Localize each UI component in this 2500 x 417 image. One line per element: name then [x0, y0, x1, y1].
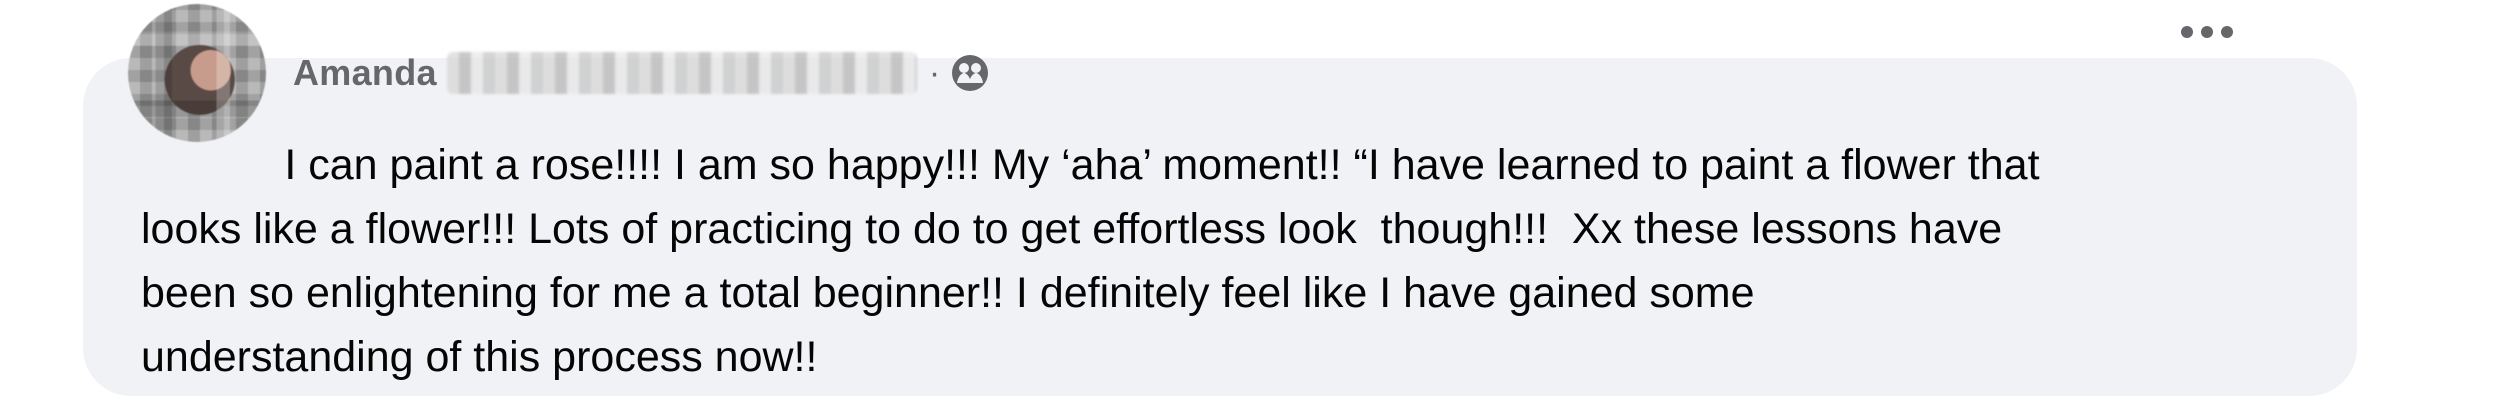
avatar[interactable]	[128, 4, 266, 142]
author-name[interactable]: Amanda	[293, 52, 437, 94]
redacted-metadata	[446, 52, 917, 94]
friends-icon[interactable]	[950, 53, 990, 93]
more-options-button[interactable]	[2174, 18, 2240, 50]
more-options-icon	[2179, 24, 2235, 45]
meta-separator: ·	[928, 53, 941, 92]
avatar-pixelation	[128, 4, 266, 142]
author-row: Amanda ·	[293, 50, 990, 96]
post-text: I can paint a rose!!!! I am so happy!!! …	[141, 141, 2040, 381]
